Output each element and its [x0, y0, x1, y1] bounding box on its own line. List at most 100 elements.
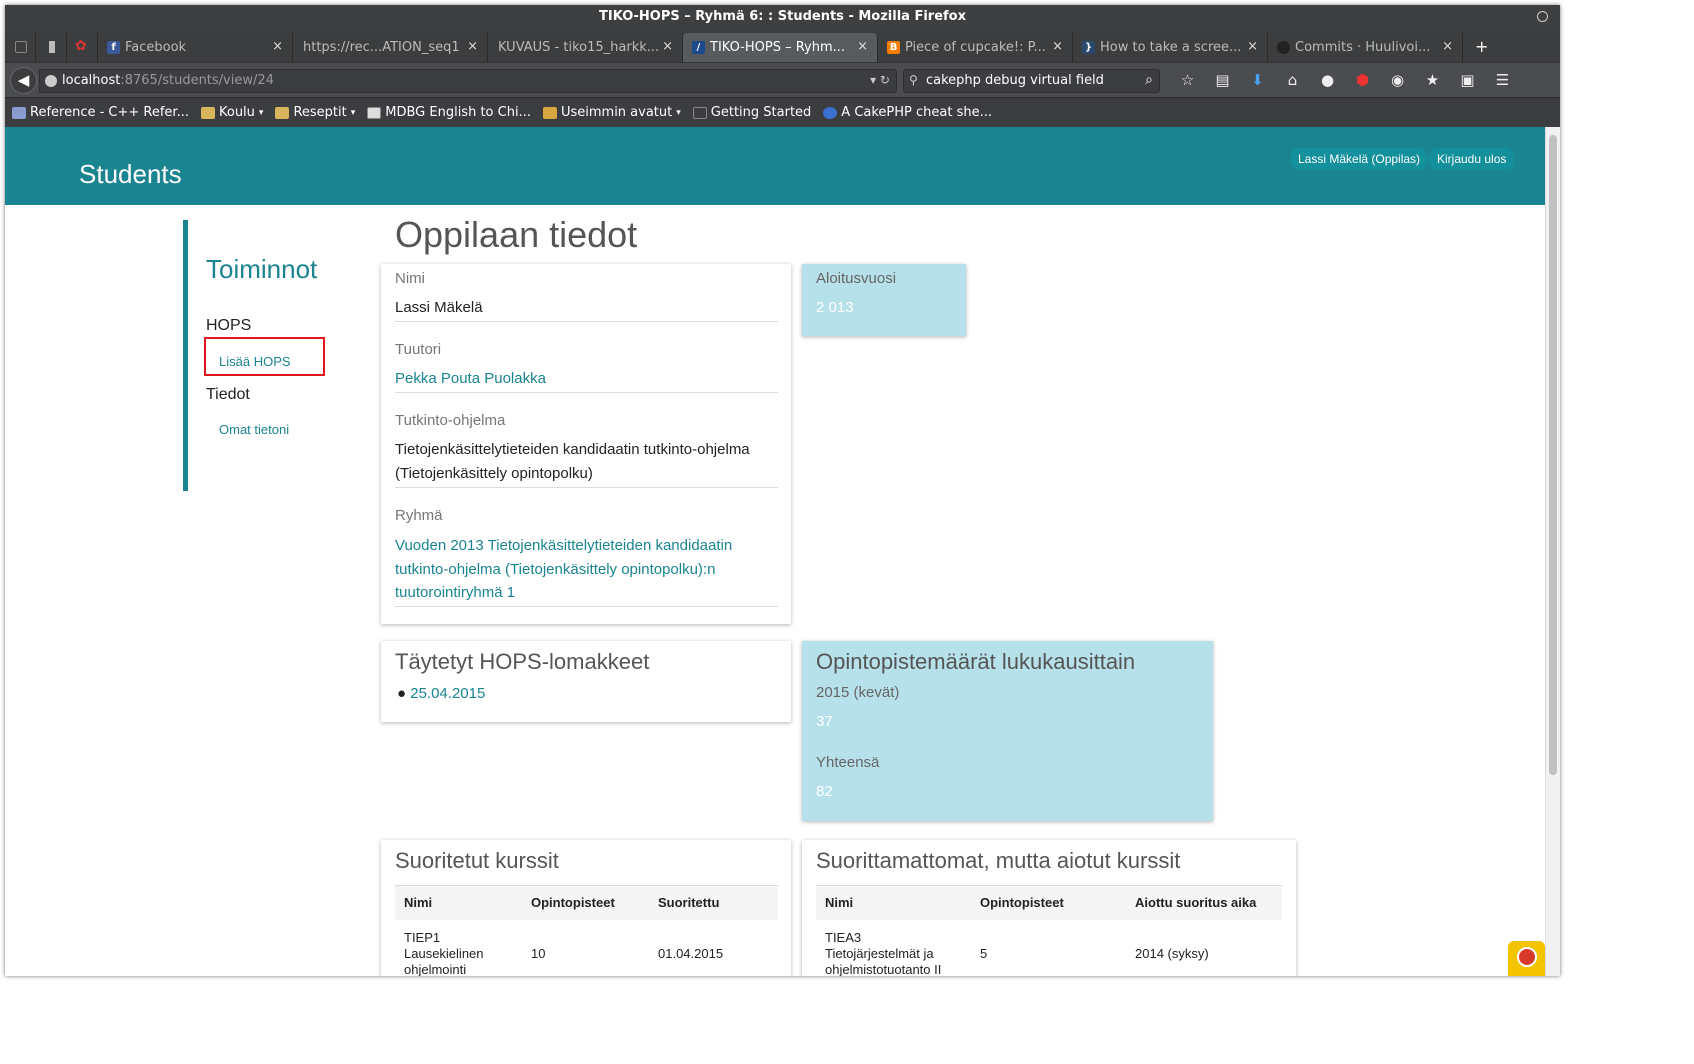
course-name-cell: TIEP1 Lausekielinen ohjelmointi — [395, 920, 522, 977]
url-bar[interactable]: localhost:8765/students/view/24 ▾ ↻ — [39, 69, 897, 93]
group-link-line-3[interactable]: tuutorointiryhmä 1 — [395, 581, 515, 605]
new-tab-button[interactable]: + — [1463, 37, 1500, 62]
bookmark-star-icon[interactable]: ☆ — [1170, 71, 1205, 89]
tab-close-icon[interactable]: × — [1052, 39, 1063, 54]
window-close-icon[interactable] — [1537, 11, 1548, 22]
brand-title[interactable]: Students — [79, 159, 182, 190]
mdbg-icon — [367, 106, 382, 119]
tab-label: KUVAUS - tiko15_harkk... — [498, 40, 660, 55]
group-link-line-1[interactable]: Vuoden 2013 Tietojenkäsittelytieteiden k… — [395, 534, 732, 558]
tab-close-icon[interactable]: × — [272, 39, 283, 54]
planned-courses-card: Suorittamattomat, mutta aiotut kurssit N… — [802, 840, 1296, 976]
program-line-1: Tietojenkäsittelytieteiden kandidaatin t… — [395, 441, 750, 458]
col-header-name[interactable]: Nimi — [816, 885, 971, 920]
tab-label: https://rec...ATION_seq1 — [303, 40, 460, 55]
tab-cupcake[interactable]: B Piece of cupcake!: P... × — [878, 33, 1073, 62]
total-label: Yhteensä — [816, 754, 880, 771]
col-header-date[interactable]: Suoritettu — [649, 885, 778, 920]
total-value: 82 — [816, 783, 833, 800]
col-header-name[interactable]: Nimi — [395, 885, 522, 920]
course-code: TIEP1 — [404, 929, 441, 945]
planned-time-cell: 2014 (syksy) — [1135, 945, 1209, 961]
tab-screenshot[interactable]: } How to take a scree... × — [1073, 33, 1268, 62]
search-input[interactable]: cakephp debug virtual field — [926, 73, 1104, 88]
download-icon[interactable]: ⬇ — [1240, 71, 1275, 89]
tab-tiko-hops[interactable]: / TIKO-HOPS – Ryhm... × — [683, 33, 878, 62]
actions-sidebar: Toiminnot HOPS Lisää HOPS Tiedot Omat ti… — [183, 220, 353, 491]
bookmark-folder-koulu[interactable]: Koulu ▾ — [200, 105, 263, 120]
url-path: :8765/students/view/24 — [120, 73, 274, 88]
credits-cell: 10 — [531, 945, 546, 961]
vertical-scrollbar[interactable] — [1545, 127, 1560, 976]
tab-close-icon[interactable]: × — [662, 39, 673, 54]
col-header-planned-time[interactable]: Aiottu suoritus aika — [1126, 885, 1282, 920]
tab-close-icon[interactable]: × — [857, 39, 868, 54]
completed-courses-card: Suoritetut kurssit Nimi Opintopisteet Su… — [381, 840, 791, 976]
menu-icon[interactable]: ☰ — [1485, 71, 1520, 89]
bookmark-folder-useimmin[interactable]: Useimmin avatut ▾ — [542, 105, 681, 120]
tab-commits[interactable]: Commits · Huulivoi... × — [1268, 33, 1463, 62]
pinned-tab[interactable] — [5, 33, 36, 62]
logout-button[interactable]: Kirjaudu ulos — [1429, 148, 1515, 170]
bookmark-cpp-reference[interactable]: Reference - C++ Refer... — [12, 105, 189, 120]
program-line-2: (Tietojenkäsittely opintopolku) — [395, 465, 593, 482]
sidebar-title: Toiminnot — [206, 254, 318, 284]
term-value: 37 — [816, 713, 833, 730]
add-hops-link[interactable]: Lisää HOPS — [219, 354, 291, 369]
course-name: ohjelmointi — [404, 961, 467, 977]
search-go-icon[interactable]: ⌕ — [1145, 72, 1153, 88]
facebook-icon: f — [107, 41, 120, 54]
tab-close-icon[interactable]: × — [467, 39, 478, 54]
table-header-row: Nimi Opintopisteet Suoritettu — [395, 885, 778, 920]
pinned-tab[interactable]: ✿ — [67, 33, 98, 62]
scrollbar-thumb[interactable] — [1549, 135, 1557, 775]
name-value: Lassi Mäkelä — [395, 299, 483, 316]
debug-kit-button[interactable] — [1508, 941, 1545, 976]
screenshot-icon[interactable]: ▣ — [1450, 71, 1485, 89]
search-bar[interactable]: ⚲ cakephp debug virtual field ⌕ — [903, 69, 1160, 93]
tutor-link[interactable]: Pekka Pouta Puolakka — [395, 367, 546, 391]
group-link-line-2[interactable]: tutkinto-ohjelma (Tietojenkäsittely opin… — [395, 558, 715, 582]
tab-close-icon[interactable]: × — [1247, 39, 1258, 54]
chat-icon[interactable]: ● — [1310, 71, 1345, 89]
hops-form-link[interactable]: 25.04.2015 — [410, 685, 485, 702]
github-icon — [1277, 41, 1290, 54]
tutor-label: Tuutori — [395, 341, 442, 358]
home-icon[interactable]: ⌂ — [1275, 71, 1310, 89]
bookmark-label: Reference - C++ Refer... — [30, 105, 189, 120]
tab-recreation[interactable]: https://rec...ATION_seq1 × — [293, 33, 488, 62]
bookmarks-toolbar: Reference - C++ Refer... Koulu ▾ Reseptit… — [5, 97, 1560, 127]
term-label: 2015 (kevät) — [816, 684, 900, 701]
bookmark-label: Getting Started — [710, 105, 812, 120]
tab-facebook[interactable]: f Facebook × — [98, 33, 293, 62]
bookmark-cakephp[interactable]: A CakePHP cheat she... — [823, 105, 992, 120]
pinned-tab[interactable] — [36, 33, 67, 62]
reload-icon[interactable]: ▾ ↻ — [870, 73, 890, 87]
reading-list-icon[interactable]: ▤ — [1205, 71, 1240, 89]
user-badge[interactable]: Lassi Mäkelä (Oppilas) — [1290, 148, 1429, 170]
back-arrow-icon: ◀ — [17, 71, 30, 89]
col-header-credits[interactable]: Opintopisteet — [522, 885, 649, 920]
start-year-label: Aloitusvuosi — [816, 270, 897, 287]
bookmark-mdbg[interactable]: MDBG English to Chi... — [367, 105, 531, 120]
eye-icon[interactable]: ◉ — [1380, 71, 1415, 89]
star-menu-icon[interactable]: ★ — [1415, 71, 1450, 89]
my-info-link[interactable]: Omat tietoni — [219, 422, 289, 437]
tab-kuvaus[interactable]: KUVAUS - tiko15_harkk... × — [488, 33, 683, 62]
back-button[interactable]: ◀ — [10, 67, 37, 94]
adblock-icon[interactable]: ⬢ — [1345, 71, 1380, 89]
tab-strip: ✿ f Facebook × https://rec...ATION_seq1 … — [5, 31, 1560, 62]
table-row: TIEA3 Tietojärjestelmät ja ohjelmistotuota… — [816, 920, 1282, 977]
bookmark-getting-started[interactable]: Getting Started — [692, 105, 812, 120]
cpp-icon — [12, 106, 26, 119]
program-label: Tutkinto-ohjelma — [395, 412, 506, 429]
bookmark-label: Reseptit — [293, 105, 347, 120]
course-name: ohjelmistotuotanto II — [825, 961, 942, 977]
bookmark-folder-reseptit[interactable]: Reseptit ▾ — [275, 105, 355, 120]
divider — [395, 487, 778, 488]
bracket-icon: } — [1082, 41, 1095, 54]
tab-close-icon[interactable]: × — [1442, 39, 1453, 54]
pinned-flower-icon: ✿ — [75, 38, 87, 54]
sidebar-heading-hops: HOPS — [206, 317, 252, 334]
col-header-credits[interactable]: Opintopisteet — [971, 885, 1126, 920]
